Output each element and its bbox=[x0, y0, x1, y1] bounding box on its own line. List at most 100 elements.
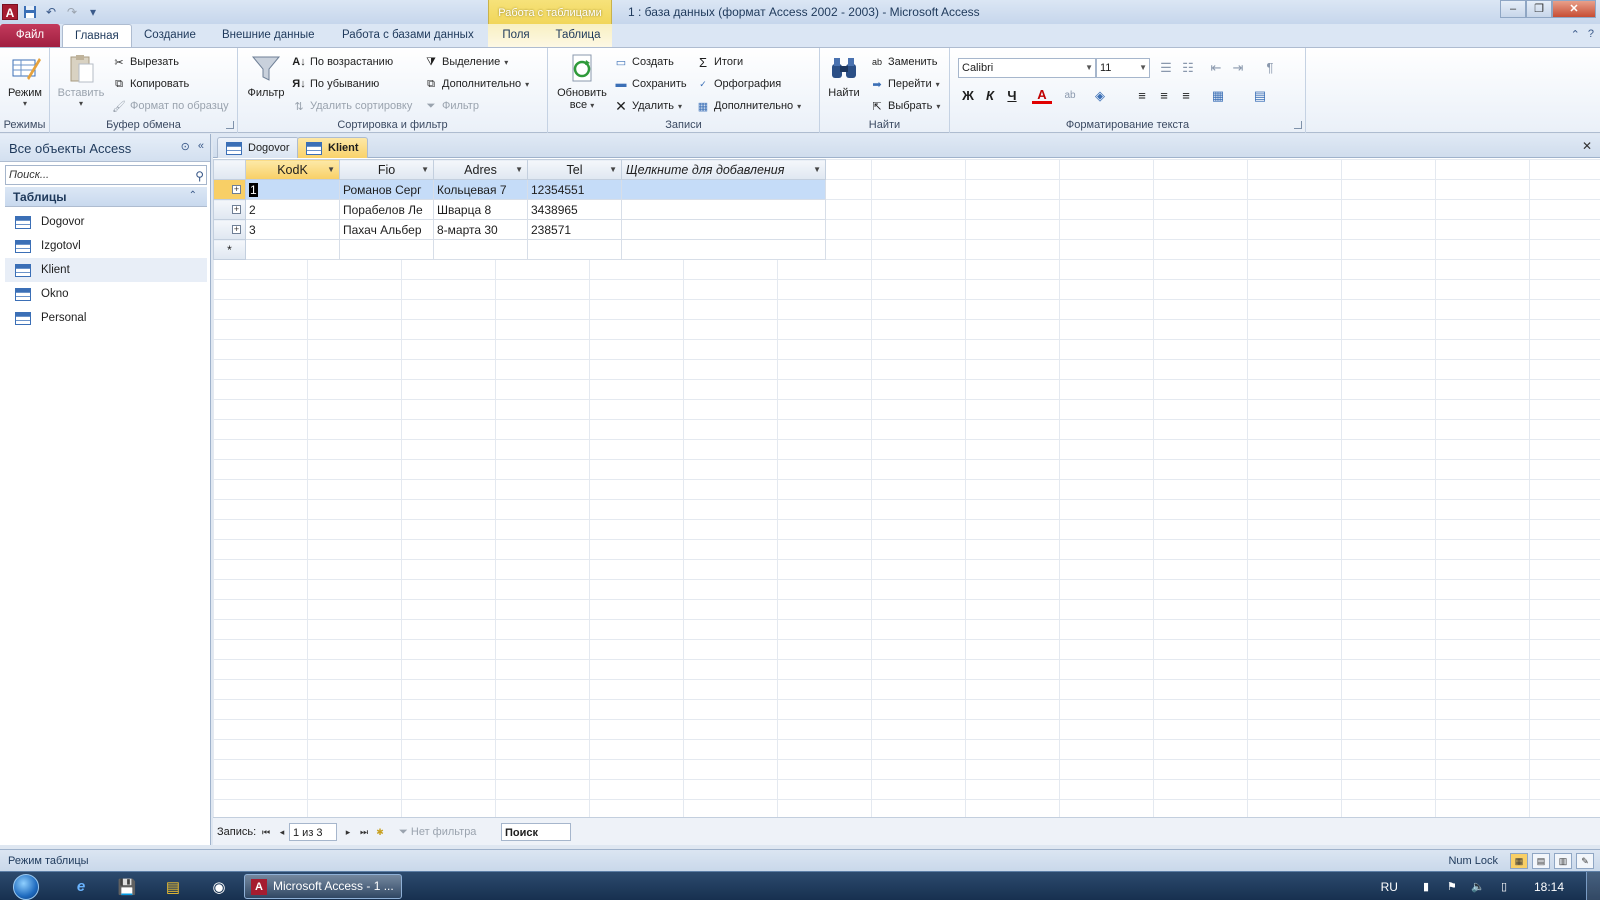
undo-icon[interactable]: ↶ bbox=[42, 3, 60, 21]
network-icon[interactable]: ▮ bbox=[1418, 880, 1434, 893]
refresh-all-button[interactable]: Обновить все ▾ bbox=[552, 52, 612, 111]
nav-menu-chevron-icon[interactable]: ⊙ bbox=[181, 140, 190, 153]
table-cell[interactable] bbox=[433, 239, 528, 260]
search-icon[interactable]: ⚲ bbox=[195, 167, 204, 185]
row-selector[interactable]: + bbox=[213, 179, 246, 200]
gridlines-icon[interactable]: ▦ bbox=[1208, 86, 1228, 106]
new-record-button[interactable]: ▭ Создать bbox=[614, 52, 674, 72]
save-icon[interactable] bbox=[21, 3, 39, 21]
nav-item-dogovor[interactable]: Dogovor bbox=[5, 210, 207, 234]
paragraph-direction-icon[interactable]: ¶ bbox=[1260, 58, 1280, 78]
font-color-icon[interactable]: A bbox=[1032, 86, 1052, 104]
pivot-table-view-icon[interactable]: ▤ bbox=[1532, 853, 1550, 869]
floppy-app-icon[interactable]: 💾 bbox=[112, 875, 142, 898]
font-name-select[interactable]: Calibri ▼ bbox=[958, 58, 1096, 78]
minimize-icon[interactable]: – bbox=[1500, 0, 1526, 18]
new-record-nav-icon[interactable]: ✱ bbox=[373, 824, 387, 840]
table-cell[interactable]: Порабелов Ле bbox=[339, 199, 434, 220]
table-cell[interactable]: Романов Серг bbox=[339, 179, 434, 200]
table-cell[interactable]: Кольцевая 7 bbox=[433, 179, 528, 200]
table-cell[interactable] bbox=[621, 199, 826, 220]
nav-header[interactable]: Все объекты Access ⊙ « bbox=[0, 134, 210, 162]
volume-icon[interactable]: 🔈 bbox=[1470, 880, 1486, 893]
close-window-icon[interactable]: ✕ bbox=[1552, 0, 1596, 18]
customize-qat-icon[interactable]: ▾ bbox=[84, 3, 102, 21]
find-button[interactable]: Найти bbox=[824, 52, 864, 99]
table-cell[interactable]: 1 bbox=[245, 179, 340, 200]
cut-button[interactable]: ✂ Вырезать bbox=[112, 52, 179, 72]
nav-item-klient[interactable]: Klient bbox=[5, 258, 207, 282]
expand-icon[interactable]: + bbox=[232, 225, 241, 234]
align-right-icon[interactable]: ≡ bbox=[1176, 86, 1196, 106]
italic-button[interactable]: К bbox=[980, 86, 1000, 106]
table-cell[interactable]: 238571 bbox=[527, 219, 622, 240]
expand-icon[interactable]: + bbox=[232, 185, 241, 194]
nav-item-okno[interactable]: Okno bbox=[5, 282, 207, 306]
table-cell[interactable]: Шварца 8 bbox=[433, 199, 528, 220]
table-row[interactable]: + 2 Порабелов Ле Шварца 8 3438965 bbox=[213, 199, 826, 220]
more-records-button[interactable]: ▦ Дополнительно ▾ bbox=[696, 96, 801, 116]
tab-table[interactable]: Таблица bbox=[544, 24, 612, 47]
paste-button[interactable]: Вставить ▾ bbox=[56, 52, 106, 108]
last-record-icon[interactable]: ⏭ bbox=[357, 824, 371, 840]
datasheet-view-icon[interactable]: ▦ bbox=[1510, 853, 1528, 869]
tab-home[interactable]: Главная bbox=[62, 24, 132, 47]
current-record-input[interactable]: 1 из 3 bbox=[289, 823, 337, 841]
column-header-tel[interactable]: Tel ▼ bbox=[527, 159, 622, 180]
restore-icon[interactable]: ❐ bbox=[1526, 0, 1552, 18]
design-view-icon[interactable]: ✎ bbox=[1576, 853, 1594, 869]
table-cell[interactable] bbox=[527, 239, 622, 260]
totals-button[interactable]: Σ Итоги bbox=[696, 52, 743, 72]
nav-item-izgotovl[interactable]: Izgotovl bbox=[5, 234, 207, 258]
tab-create[interactable]: Создание bbox=[132, 24, 208, 47]
chevron-down-icon[interactable]: ▼ bbox=[609, 165, 617, 174]
chevron-down-icon[interactable]: ▼ bbox=[515, 165, 523, 174]
tab-file[interactable]: Файл bbox=[0, 24, 60, 47]
collapse-pane-icon[interactable]: « bbox=[198, 140, 204, 153]
chrome-icon[interactable]: ◉ bbox=[204, 875, 234, 898]
doc-tab-klient[interactable]: Klient bbox=[297, 137, 368, 158]
toggle-filter-button[interactable]: ⏷ Фильтр bbox=[424, 96, 479, 116]
column-header-kodk[interactable]: KodK ▼ bbox=[245, 159, 340, 180]
redo-icon[interactable]: ↷ bbox=[63, 3, 81, 21]
replace-button[interactable]: ab Заменить bbox=[870, 52, 937, 72]
nav-search-input[interactable]: Поиск... ⚲ bbox=[5, 165, 207, 185]
shield-icon[interactable]: ⚑ bbox=[1444, 880, 1460, 893]
collapse-group-icon[interactable]: ⌃ bbox=[189, 190, 197, 201]
table-cell[interactable] bbox=[621, 239, 826, 260]
save-record-button[interactable]: ▬ Сохранить bbox=[614, 74, 687, 94]
decrease-indent-icon[interactable]: ⇤ bbox=[1206, 58, 1226, 78]
bold-button[interactable]: Ж bbox=[958, 86, 978, 106]
column-header-adres[interactable]: Adres ▼ bbox=[433, 159, 528, 180]
fill-color-icon[interactable]: ◈ bbox=[1090, 86, 1110, 106]
pivot-chart-view-icon[interactable]: ▥ bbox=[1554, 853, 1572, 869]
table-cell[interactable]: Пахач Альбер bbox=[339, 219, 434, 240]
close-document-icon[interactable]: ✕ bbox=[1582, 139, 1592, 153]
filter-status[interactable]: ⏷ Нет фильтра bbox=[399, 823, 476, 841]
table-cell[interactable] bbox=[245, 239, 340, 260]
tab-external-data[interactable]: Внешние данные bbox=[210, 24, 326, 47]
row-selector[interactable]: + bbox=[213, 199, 246, 220]
first-record-icon[interactable]: ⏮ bbox=[259, 824, 273, 840]
chevron-down-icon[interactable]: ▼ bbox=[327, 165, 335, 174]
table-cell[interactable] bbox=[621, 219, 826, 240]
dialog-launcher-icon[interactable] bbox=[1294, 121, 1302, 129]
chevron-down-icon[interactable]: ▼ bbox=[421, 165, 429, 174]
filter-button[interactable]: Фильтр bbox=[244, 52, 288, 99]
table-cell[interactable]: 3 bbox=[245, 219, 340, 240]
remove-sort-button[interactable]: ⇅ Удалить сортировку bbox=[292, 96, 412, 116]
bullets-icon[interactable]: ☰ bbox=[1156, 58, 1176, 78]
alternate-row-color-icon[interactable]: ▤ bbox=[1250, 86, 1270, 106]
spelling-button[interactable]: ✓ Орфография bbox=[696, 74, 781, 94]
row-selector[interactable]: + bbox=[213, 219, 246, 240]
table-cell[interactable] bbox=[339, 239, 434, 260]
highlight-icon[interactable]: ab bbox=[1060, 86, 1080, 106]
table-cell[interactable]: 3438965 bbox=[527, 199, 622, 220]
next-record-icon[interactable]: ▸ bbox=[341, 824, 355, 840]
increase-indent-icon[interactable]: ⇥ bbox=[1228, 58, 1248, 78]
dialog-launcher-icon[interactable] bbox=[226, 121, 234, 129]
table-cell[interactable]: 12354551 bbox=[527, 179, 622, 200]
power-icon[interactable]: ▯ bbox=[1496, 880, 1512, 893]
copy-button[interactable]: ⧉ Копировать bbox=[112, 74, 189, 94]
minimize-ribbon-icon[interactable]: ⌃ bbox=[1571, 28, 1580, 41]
